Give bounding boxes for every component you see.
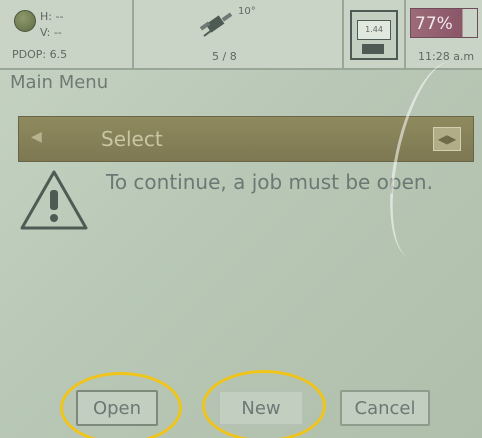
battery-percent: 77% <box>415 14 453 34</box>
battery-status[interactable]: 77% 11:28 a.m <box>404 0 482 68</box>
page-title: Main Menu <box>10 72 109 93</box>
status-bar: H: -- V: -- PDOP: 6.5 10° 5 / 8 1.44 77% <box>0 0 482 70</box>
clock: 11:28 a.m <box>418 50 475 63</box>
satellite-count: 5 / 8 <box>212 50 237 63</box>
floppy-disk-icon: 1.44 <box>350 10 398 60</box>
select-toggle-icon[interactable]: ◀▶ <box>433 127 461 151</box>
disk-shutter <box>362 44 384 54</box>
vertical-precision: V: -- <box>40 26 62 39</box>
pdop-value: PDOP: 6.5 <box>12 48 68 61</box>
select-dropdown[interactable]: ◀ Select ◀▶ <box>18 116 474 162</box>
antenna-icon <box>199 12 233 37</box>
horizontal-precision: H: -- <box>40 10 64 23</box>
new-button[interactable]: New <box>218 390 304 426</box>
antenna-status[interactable]: 10° 5 / 8 <box>132 0 344 68</box>
elevation-mask: 10° <box>238 6 256 17</box>
storage-status[interactable]: 1.44 <box>342 0 406 68</box>
job-required-message: To continue, a job must be open. <box>106 170 433 194</box>
satellite-status[interactable]: H: -- V: -- PDOP: 6.5 <box>0 0 134 68</box>
disk-label: 1.44 <box>357 20 391 40</box>
cancel-button[interactable]: Cancel <box>340 390 430 426</box>
dropdown-arrow-icon: ◀ <box>31 129 42 145</box>
select-label: Select <box>101 127 163 151</box>
satellite-status-icon <box>14 10 36 32</box>
warning-icon <box>20 170 88 230</box>
device-screen: H: -- V: -- PDOP: 6.5 10° 5 / 8 1.44 77% <box>0 0 482 438</box>
battery-icon: 77% <box>410 8 478 38</box>
open-button[interactable]: Open <box>76 390 158 426</box>
